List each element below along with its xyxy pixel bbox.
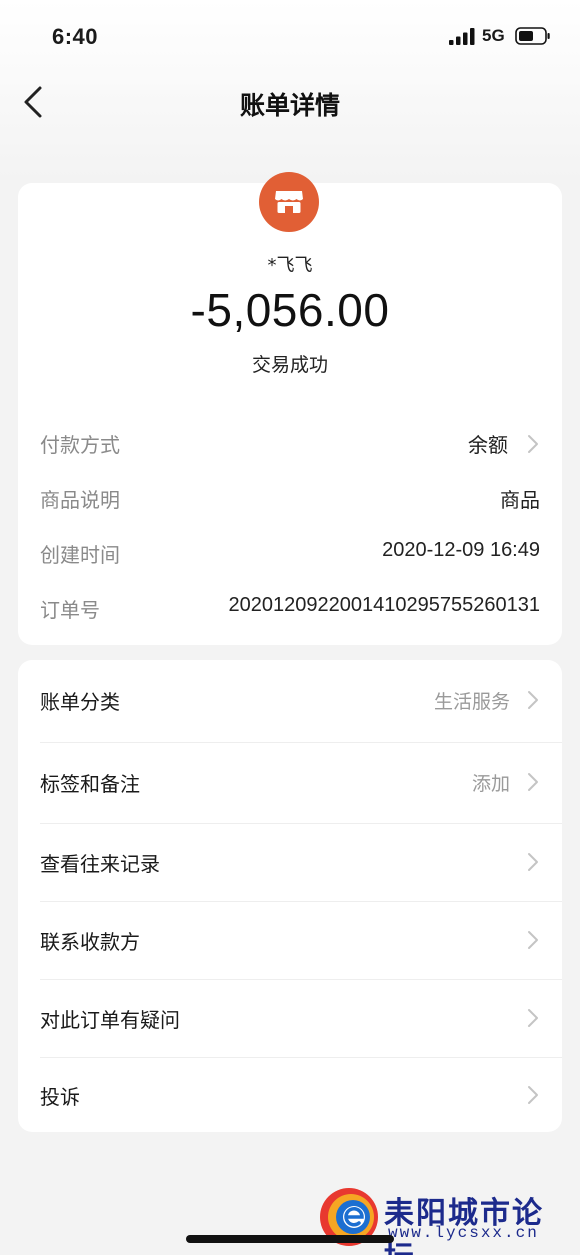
transaction-card: *飞飞 -5,056.00 交易成功 付款方式 余额 商品说明 商品 创建时间 … — [18, 172, 562, 645]
payment-method-row[interactable]: 付款方式 余额 — [40, 429, 540, 459]
watermark-title: 耒阳城市论坛 — [384, 1196, 544, 1255]
status-bar: 6:40 5G — [0, 0, 580, 70]
signal-icon — [449, 28, 475, 45]
menu-item-label: 投诉 — [40, 1085, 80, 1109]
product-description-row: 商品说明 商品 — [40, 484, 540, 514]
detail-value: 2020-12-09 16:49 — [382, 539, 540, 561]
network-type: 5G — [482, 26, 505, 45]
status-time: 6:40 — [52, 24, 99, 49]
merchant-avatar — [259, 172, 319, 232]
menu-item-value: 添加 — [471, 773, 510, 795]
detail-label: 订单号 — [40, 598, 100, 622]
chevron-right-icon — [528, 853, 538, 871]
menu-item-value: 生活服务 — [433, 691, 510, 713]
transaction-amount: -5,056.00 — [190, 284, 390, 336]
menu-item-complaint[interactable]: 投诉 — [18, 1058, 562, 1132]
created-time-row: 创建时间 2020-12-09 16:49 — [40, 539, 540, 569]
chevron-right-icon — [528, 691, 538, 709]
menu-item-label: 账单分类 — [40, 690, 120, 714]
nav-bar: 账单详情 — [0, 70, 580, 136]
chevron-right-icon — [528, 1009, 538, 1027]
menu-item-label: 查看往来记录 — [40, 852, 160, 876]
detail-label: 商品说明 — [40, 488, 120, 512]
detail-value: 商品 — [500, 490, 540, 512]
detail-value: 余额 — [468, 435, 508, 457]
menu-item-label: 对此订单有疑问 — [40, 1008, 180, 1032]
chevron-right-icon — [528, 1086, 538, 1104]
page-title: 账单详情 — [239, 91, 340, 120]
menu-item-label: 联系收款方 — [40, 930, 140, 954]
home-indicator[interactable] — [186, 1235, 394, 1243]
order-number-row: 订单号 2020120922001410295755260131 — [40, 594, 540, 624]
menu-item-label: 标签和备注 — [40, 772, 140, 796]
merchant-name: *飞飞 — [267, 255, 313, 276]
menu-item-history[interactable]: 查看往来记录 — [18, 824, 562, 901]
actions-card: 账单分类 生活服务 标签和备注 添加 查看往来记录 联系收款方 对此订单有疑问 — [18, 660, 562, 1132]
menu-item-contact-payee[interactable]: 联系收款方 — [18, 902, 562, 979]
menu-item-order-question[interactable]: 对此订单有疑问 — [18, 980, 562, 1057]
chevron-right-icon — [528, 773, 538, 791]
detail-label: 创建时间 — [40, 543, 120, 567]
battery-icon — [515, 27, 550, 45]
detail-label: 付款方式 — [40, 433, 120, 457]
menu-item-bill-category[interactable]: 账单分类 生活服务 — [18, 660, 562, 742]
transaction-status: 交易成功 — [251, 354, 328, 376]
watermark-url: www.lycsxx.cn — [388, 1224, 539, 1242]
chevron-right-icon — [528, 435, 538, 453]
detail-value: 2020120922001410295755260131 — [228, 594, 540, 616]
shop-icon — [275, 191, 303, 213]
chevron-right-icon — [528, 931, 538, 949]
menu-item-tags-notes[interactable]: 标签和备注 添加 — [18, 743, 562, 823]
